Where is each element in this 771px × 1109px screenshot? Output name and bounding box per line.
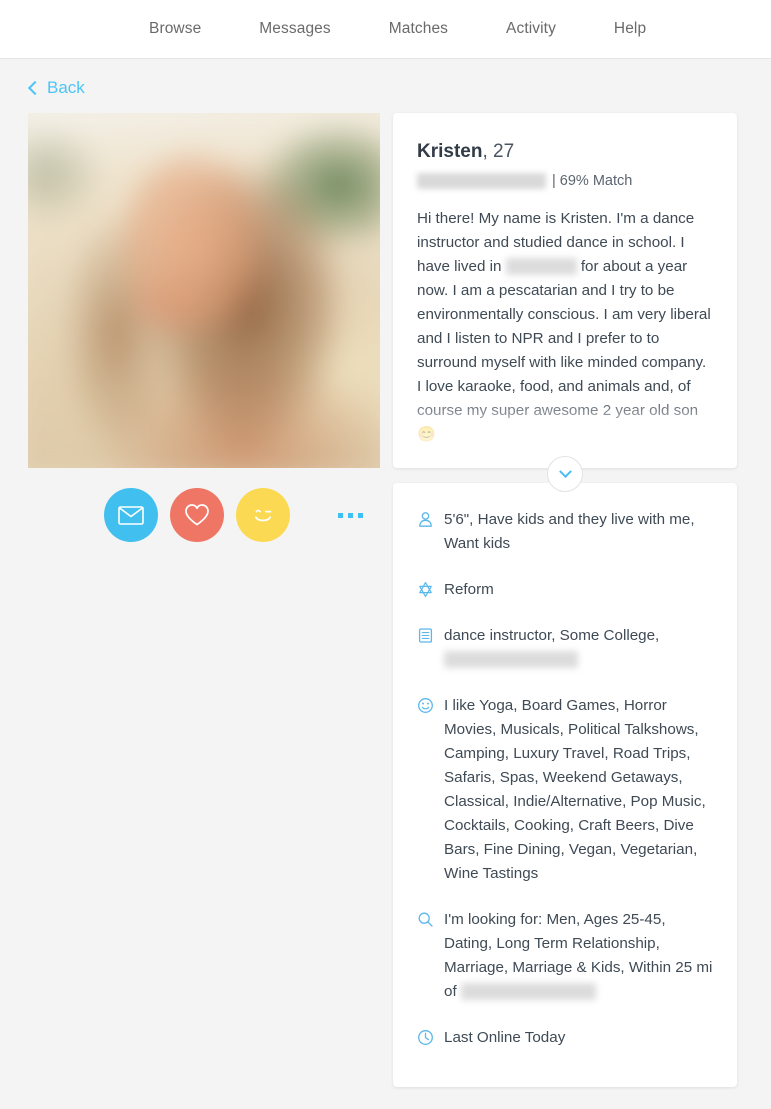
detail-text-education: dance instructor, Some College, Greenwoo… — [444, 624, 713, 672]
nav-item-help[interactable]: Help — [614, 20, 646, 38]
detail-text-religion: Reform — [444, 578, 494, 602]
bio-emoji: 😊 — [417, 426, 436, 443]
nav-item-activity[interactable]: Activity — [506, 20, 556, 38]
details-list: 5'6", Have kids and they live with me, W… — [393, 483, 737, 1074]
detail-text-last-online: Last Online Today — [444, 1026, 565, 1050]
detail-value-interests: I like Yoga, Board Games, Horror Movies,… — [444, 697, 706, 882]
detail-education-redacted: Greenwood College — [444, 651, 579, 668]
profile-name-line: Kristen, 27 — [417, 141, 711, 163]
detail-row-education: dance instructor, Some College, Greenwoo… — [415, 624, 713, 672]
nav-item-messages[interactable]: Messages — [259, 20, 330, 38]
profile-bio-text: Hi there! My name is Kristen. I'm a danc… — [417, 207, 711, 447]
profile-action-buttons — [28, 486, 380, 544]
person-icon — [415, 509, 435, 529]
nav-item-browse[interactable]: Browse — [149, 20, 201, 38]
profile-match-percent: | 69% Match — [551, 173, 633, 189]
profile-photo[interactable] — [28, 113, 380, 468]
detail-value-religion: Reform — [444, 581, 494, 598]
chevron-down-icon — [558, 464, 572, 478]
envelope-icon — [118, 505, 144, 525]
top-navigation-bar: Browse Messages Matches Activity Help — [0, 0, 771, 59]
detail-row-looking-for: I'm looking for: Men, Ages 25-45, Dating… — [415, 908, 713, 1004]
bio-card: Kristen, 27 Henderson, Nevada | 69% Matc… — [393, 113, 737, 468]
profile-page: Browse Messages Matches Activity Help Ba… — [0, 0, 771, 1109]
heart-icon — [185, 504, 209, 526]
wink-button[interactable] — [236, 488, 290, 542]
detail-value-education: dance instructor, Some College, — [444, 627, 660, 644]
clock-icon — [415, 1027, 435, 1047]
bio-card-inner: Kristen, 27 Henderson, Nevada | 69% Matc… — [393, 113, 737, 468]
more-dot — [338, 512, 343, 518]
profile-photo-image — [28, 113, 380, 468]
detail-value-basics: 5'6", Have kids and they live with me, W… — [444, 511, 695, 552]
nav-item-matches[interactable]: Matches — [389, 20, 448, 38]
details-card: 5'6", Have kids and they live with me, W… — [393, 483, 737, 1087]
profile-location-redacted: Henderson, Nevada — [417, 173, 546, 189]
profile-name: Kristen — [417, 141, 483, 162]
detail-value-last-online: Last Online Today — [444, 1029, 566, 1046]
chevron-left-icon — [27, 80, 43, 96]
detail-text-looking-for: I'm looking for: Men, Ages 25-45, Dating… — [444, 908, 713, 1004]
wink-smiley-icon — [254, 509, 272, 522]
bio-location-redacted: Las Vegas — [505, 258, 577, 275]
search-icon — [415, 909, 435, 929]
smiley-icon — [415, 695, 435, 715]
back-label: Back — [47, 78, 85, 97]
more-dot — [348, 512, 353, 518]
detail-text-basics: 5'6", Have kids and they live with me, W… — [444, 508, 713, 556]
more-options-button[interactable] — [338, 512, 363, 518]
nav-items: Browse Messages Matches Activity Help — [149, 20, 646, 38]
profile-age: , 27 — [482, 141, 515, 162]
detail-looking-for-redacted: Henderson, Nevada — [460, 983, 596, 1000]
send-message-button[interactable] — [104, 488, 158, 542]
bio-part-2: for about a year now. I am a pescatarian… — [417, 258, 711, 419]
expand-bio-button[interactable] — [547, 456, 583, 492]
profile-location-line: Henderson, Nevada | 69% Match — [417, 173, 711, 189]
detail-row-interests: I like Yoga, Board Games, Horror Movies,… — [415, 694, 713, 886]
detail-row-religion: Reform — [415, 578, 713, 602]
back-button[interactable]: Back — [27, 78, 85, 98]
detail-row-basics: 5'6", Have kids and they live with me, W… — [415, 508, 713, 556]
detail-text-interests: I like Yoga, Board Games, Horror Movies,… — [444, 694, 713, 886]
star-of-david-icon — [415, 579, 435, 599]
document-icon — [415, 625, 435, 645]
more-dot — [358, 512, 363, 518]
detail-row-last-online: Last Online Today — [415, 1026, 713, 1050]
like-button[interactable] — [170, 488, 224, 542]
